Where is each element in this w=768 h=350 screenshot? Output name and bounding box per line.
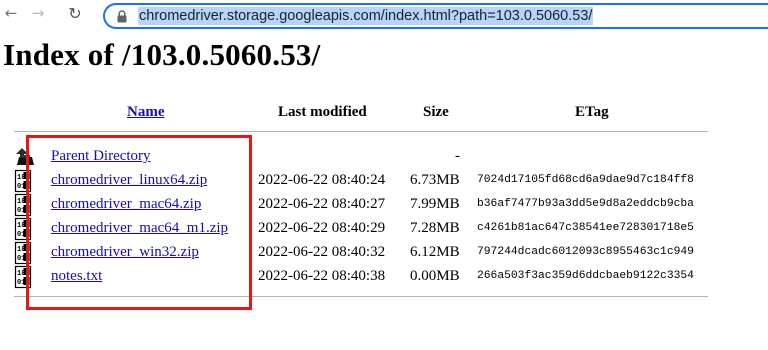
back-button[interactable]: ←: [0, 2, 22, 24]
file-date: 2022-06-22 08:40:32: [258, 244, 386, 260]
file-date: 2022-06-22 08:40:27: [258, 196, 386, 212]
highlight-annotation-box: [26, 135, 252, 310]
reload-icon: ↻: [68, 3, 82, 23]
file-etag: b36af7477b93a3dd5e9d8a2eddcb9cba: [477, 198, 694, 210]
file-size: 6.73MB: [410, 172, 460, 188]
column-header-last-modified: Last modified: [278, 104, 367, 120]
forward-button[interactable]: →: [27, 2, 49, 24]
arrow-left-icon: ←: [4, 4, 18, 22]
arrow-right-icon: →: [31, 4, 45, 22]
browser-toolbar: ← → ↻ chromedriver.storage.googleapis.co…: [0, 0, 768, 30]
page-title: Index of /103.0.5060.53/: [3, 37, 321, 72]
lock-icon: [117, 10, 127, 23]
file-date: 2022-06-22 08:40:38: [258, 268, 386, 284]
column-header-etag: ETag: [575, 104, 609, 120]
file-etag: 266a503f3ac359d6ddcbaeb9122c3354: [477, 270, 694, 282]
url-text[interactable]: chromedriver.storage.googleapis.com/inde…: [138, 7, 594, 25]
file-size: 0.00MB: [410, 268, 460, 284]
file-date: 2022-06-22 08:40:29: [258, 220, 386, 236]
file-date: 2022-06-22 08:40:24: [258, 172, 386, 188]
reload-button[interactable]: ↻: [64, 2, 86, 24]
column-header-size: Size: [423, 104, 449, 120]
file-size: 7.99MB: [410, 196, 460, 212]
file-etag: 797244dcadc6012093c8955463c1c949: [477, 246, 694, 258]
address-bar[interactable]: chromedriver.storage.googleapis.com/inde…: [103, 3, 768, 29]
file-size: 7.28MB: [410, 220, 460, 236]
file-etag: 7024d17105fd68cd6a9dae9d7c184ff8: [477, 174, 694, 186]
table-divider-top: [14, 131, 708, 132]
file-etag: c4261b81ac647c38541ee728301718e5: [477, 222, 694, 234]
file-size: -: [455, 148, 460, 164]
file-size: 6.12MB: [410, 244, 460, 260]
column-header-name[interactable]: Name: [127, 104, 165, 121]
